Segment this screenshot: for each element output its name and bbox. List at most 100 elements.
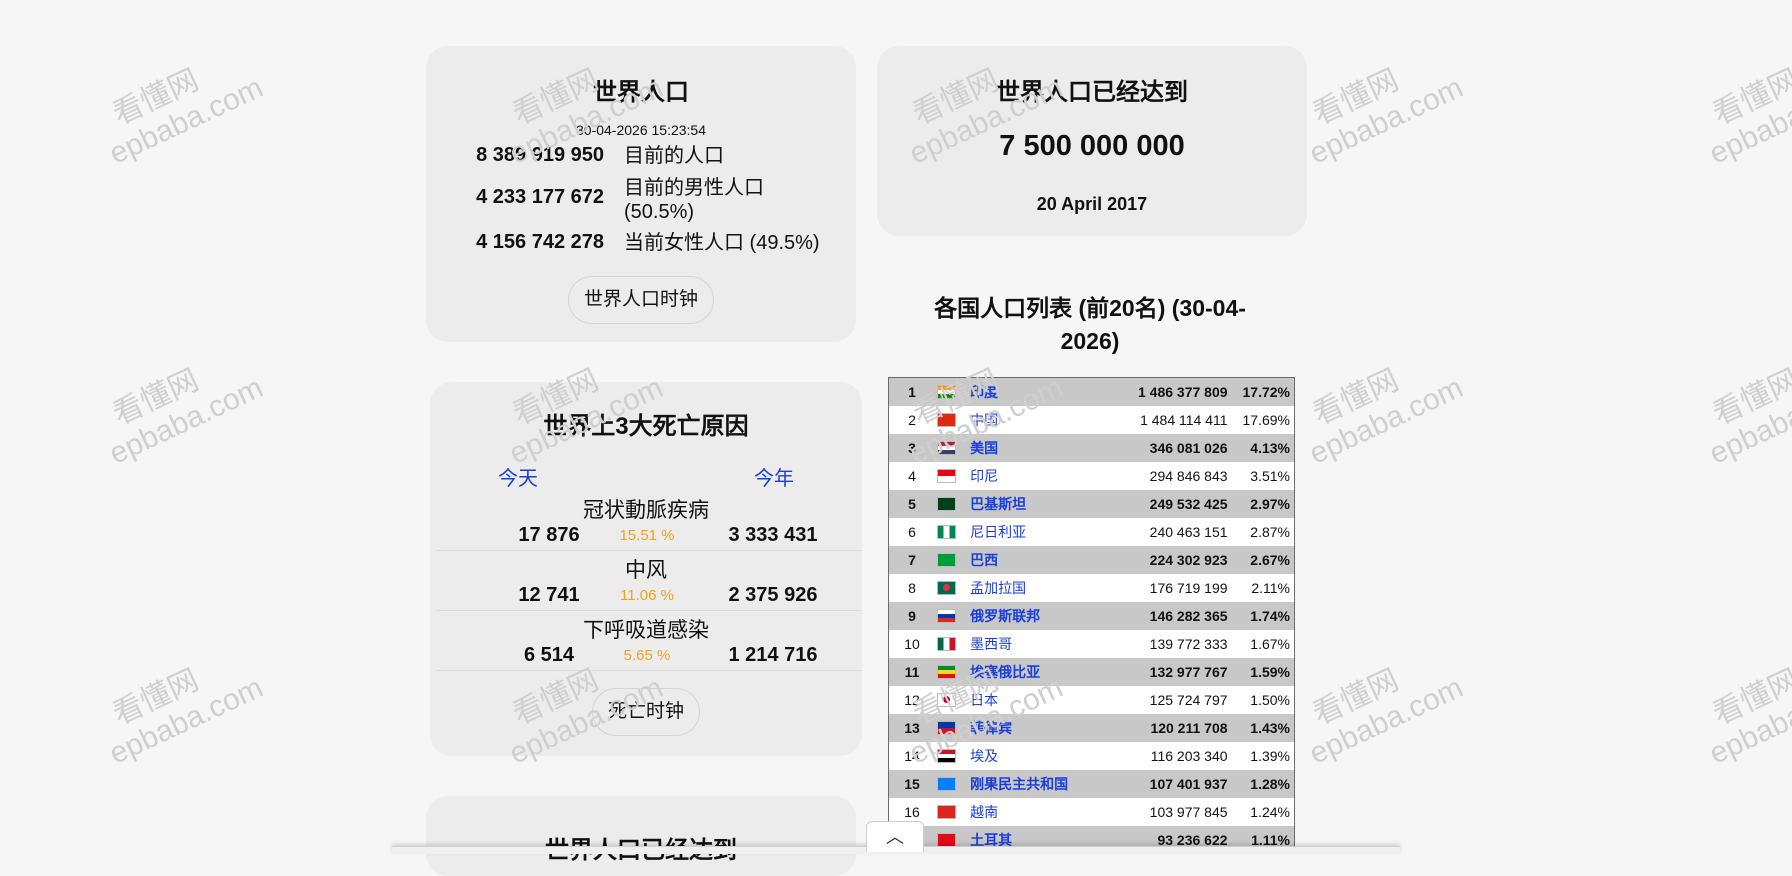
watermark-line: epbaba.com — [1304, 71, 1468, 171]
female-population-row: 4 156 742 278 当前女性人口 (49.5%) — [426, 231, 844, 255]
table-row: 6 尼日利亚 240 463 151 2.87% — [889, 518, 1294, 546]
country-population: 240 463 151 — [1149, 524, 1228, 540]
country-population: 103 977 845 — [1149, 804, 1228, 820]
country-population: 176 719 199 — [1149, 580, 1228, 596]
country-rank: 1 — [908, 384, 916, 400]
country-name-link[interactable]: 刚果民主共和国 — [970, 774, 1121, 794]
country-name-link[interactable]: 埃塞俄比亚 — [970, 662, 1121, 682]
flag-russia-icon — [937, 609, 957, 623]
world-population-clock-button[interactable]: 世界人口时钟 — [568, 276, 714, 324]
country-name-link[interactable]: 尼日利亚 — [970, 522, 1121, 542]
male-population-label: 目前的男性人口 (50.5%) — [624, 177, 764, 223]
country-population: 146 282 365 — [1149, 608, 1228, 624]
cause-year-2: 2 375 926 — [728, 584, 818, 606]
cause-divider — [436, 550, 862, 551]
population-timestamp: 30-04-2026 15:23:54 — [576, 122, 706, 138]
flag-indonesia-icon — [937, 469, 957, 483]
cause-name-1: 冠状動脈疾病 — [583, 499, 709, 522]
country-percentage: 1.74% — [1250, 608, 1290, 624]
milestone-value: 7 500 000 000 — [999, 130, 1185, 162]
country-name-link[interactable]: 埃及 — [970, 746, 1121, 766]
country-list-title: 各国人口列表 (前20名) (30-04-2026) — [934, 295, 1246, 354]
death-causes-card: 世界上3大死亡原因 今天 今年 冠状動脈疾病 17 876 15.51 % 3 … — [430, 382, 862, 756]
watermark-line: epbaba.com — [104, 71, 268, 171]
country-rank: 10 — [904, 636, 920, 652]
country-population: 120 211 708 — [1150, 720, 1228, 736]
flag-india-icon — [937, 385, 957, 399]
table-row: 3 美国 346 081 026 4.13% — [889, 434, 1294, 462]
country-name-link[interactable]: 巴西 — [970, 550, 1121, 570]
death-clock-button[interactable]: 死亡时钟 — [592, 688, 700, 736]
flag-japan-icon — [937, 693, 957, 707]
cause-name-3: 下呼吸道感染 — [583, 619, 709, 642]
country-name-link[interactable]: 墨西哥 — [970, 634, 1121, 654]
watermark: 看懂网 epbaba.com — [1690, 340, 1792, 471]
country-name-link[interactable]: 中国 — [970, 410, 1121, 430]
watermark-line: epbaba.com — [1704, 671, 1792, 771]
country-population: 139 772 333 — [1149, 636, 1228, 652]
country-population: 1 484 114 411 — [1140, 412, 1228, 428]
country-population: 107 401 937 — [1149, 776, 1228, 792]
country-name-link[interactable]: 巴基斯坦 — [970, 494, 1121, 514]
country-percentage: 1.39% — [1250, 748, 1290, 764]
female-population-label: 当前女性人口 (49.5%) — [624, 232, 820, 254]
flag-china-icon — [937, 413, 957, 427]
world-population-title: 世界人口 — [593, 79, 689, 106]
world-population-card: 世界人口 30-04-2026 15:23:54 8 389 919 950 目… — [426, 46, 856, 342]
scroll-top-button[interactable]: ︿ — [866, 821, 924, 852]
country-name-link[interactable]: 俄罗斯联邦 — [970, 606, 1121, 626]
table-row: 11 埃塞俄比亚 132 977 767 1.59% — [889, 658, 1294, 686]
country-rank: 13 — [904, 720, 920, 736]
table-row: 8 孟加拉国 176 719 199 2.11% — [889, 574, 1294, 602]
table-row: 10 墨西哥 139 772 333 1.67% — [889, 630, 1294, 658]
country-percentage: 2.11% — [1251, 580, 1290, 596]
table-row: 15 刚果民主共和国 107 401 937 1.28% — [889, 770, 1294, 798]
country-name-link[interactable]: 印度 — [970, 382, 1121, 402]
country-name-link[interactable]: 越南 — [970, 802, 1121, 822]
table-row: 16 越南 103 977 845 1.24% — [889, 798, 1294, 826]
watermark-line: 看懂网 — [1708, 63, 1792, 132]
country-population: 249 532 425 — [1149, 496, 1228, 512]
country-percentage: 1.43% — [1250, 720, 1290, 736]
country-population: 224 302 923 — [1149, 552, 1228, 568]
table-row: 13 菲律宾 120 211 708 1.43% — [889, 714, 1294, 742]
country-name-link[interactable]: 孟加拉国 — [970, 578, 1121, 598]
today-link[interactable]: 今天 — [498, 462, 538, 491]
country-name-link[interactable]: 印尼 — [970, 466, 1121, 486]
country-percentage: 1.67% — [1250, 636, 1290, 652]
flag-emblem — [943, 696, 951, 703]
country-name-link[interactable]: 美国 — [970, 438, 1121, 458]
country-rank: 4 — [908, 468, 916, 484]
watermark-line: 看懂网 — [1308, 363, 1404, 432]
watermark-line: epbaba.com — [1704, 371, 1792, 471]
cause-year-1: 3 333 431 — [728, 524, 818, 546]
watermark-line: 看懂网 — [108, 663, 204, 732]
country-name-link[interactable]: 菲律宾 — [970, 718, 1121, 738]
flag-pakistan-icon — [937, 497, 957, 511]
country-population-table: 1 印度 1 486 377 809 17.72% 2 中国 1 484 114 411 17… — [888, 377, 1295, 854]
country-percentage: 3.51% — [1250, 468, 1290, 484]
flag-bangladesh-icon — [937, 581, 957, 595]
watermark-line: epbaba.com — [104, 371, 268, 471]
country-name-link[interactable]: 日本 — [970, 690, 1121, 710]
watermark-line: 看懂网 — [108, 63, 204, 132]
country-rank: 2 — [908, 412, 916, 428]
current-population-row: 8 389 919 950 目前的人口 — [426, 144, 834, 168]
this-year-link[interactable]: 今年 — [754, 462, 794, 491]
flag-ethiopia-icon — [937, 665, 957, 679]
country-population: 116 203 340 — [1150, 748, 1228, 764]
watermark: 看懂网 epbaba.com — [90, 640, 268, 771]
country-rank: 8 — [908, 580, 916, 596]
flag-usa-icon — [937, 441, 957, 455]
flag-mexico-icon — [937, 637, 957, 651]
table-row: 7 巴西 224 302 923 2.67% — [889, 546, 1294, 574]
country-percentage: 17.72% — [1242, 384, 1290, 400]
watermark: 看懂网 epbaba.com — [90, 40, 268, 171]
cause-name-2: 中风 — [625, 559, 667, 582]
male-population-row: 4 233 177 672 目前的男性人口 (50.5%) — [426, 176, 774, 224]
table-row: 9 俄罗斯联邦 146 282 365 1.74% — [889, 602, 1294, 630]
flag-turkey-icon — [937, 833, 957, 847]
watermark-line: 看懂网 — [1708, 663, 1792, 732]
flag-philippines-icon — [937, 721, 957, 735]
table-row: 14 埃及 116 203 340 1.39% — [889, 742, 1294, 770]
